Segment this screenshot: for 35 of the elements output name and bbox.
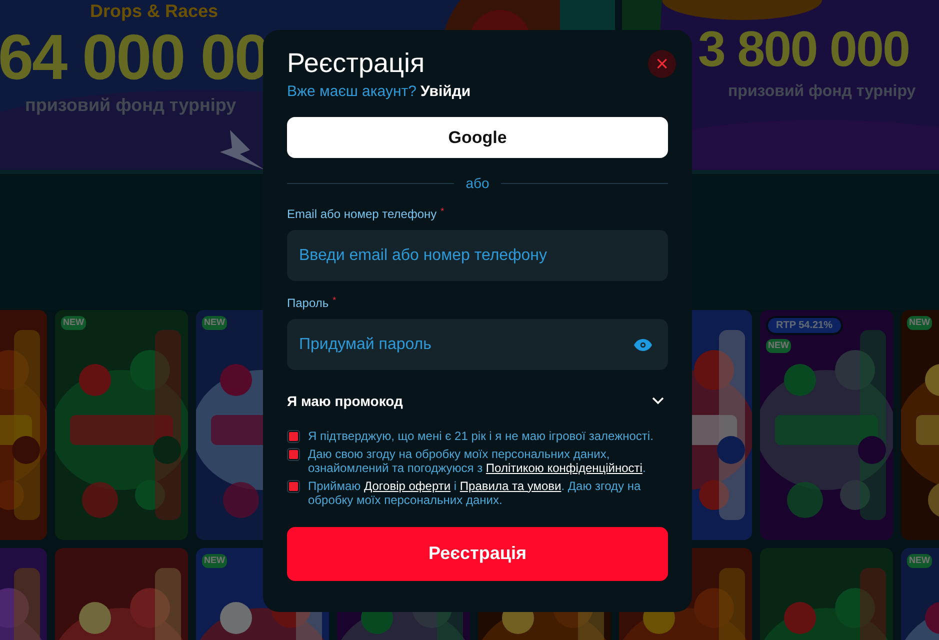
new-badge: NEW (61, 316, 86, 330)
new-badge: NEW (907, 316, 932, 330)
consent-text: Даю свою згоду на обробку моїх персональних даних, ознайомлений та погоджуюся з Політикою конфіденційності. (308, 446, 647, 476)
terms-link[interactable]: Договір оферти (364, 478, 451, 492)
consent-checkbox[interactable] (287, 430, 300, 443)
prize-amount: 3 800 000 (698, 20, 910, 79)
field-label: Пароль (287, 295, 329, 311)
divider-text: або (466, 174, 490, 192)
terms-link[interactable]: Політикою конфіденційності (486, 461, 642, 475)
field-label: Email або номер телефону (287, 206, 437, 222)
dialog-title: Реєстрація (287, 47, 425, 80)
login-link[interactable]: Увійди (420, 82, 471, 102)
new-badge: NEW (202, 554, 227, 568)
consent-text: Я підтверджую, що мені є 21 рік і я не маю ігрової залежності. (308, 429, 654, 444)
close-button[interactable]: × (648, 50, 676, 78)
email-field[interactable]: Введи email або номер телефону (287, 230, 668, 281)
consent-checkbox[interactable] (287, 480, 300, 492)
required-mark: * (332, 295, 336, 305)
consent-text: Приймаю Договір оферти і Правила та умови. Даю згоду на обробку моїх персональних даних. (308, 478, 642, 508)
terms-link[interactable]: Правила та умови (460, 478, 562, 492)
new-badge: NEW (907, 554, 932, 568)
new-badge: NEW (202, 316, 227, 330)
password-field[interactable]: Придумай пароль (287, 319, 668, 370)
chevron-icon (652, 397, 664, 405)
banner-heading: Drops & Races (90, 0, 218, 22)
new-badge: NEW (766, 339, 791, 352)
eye-icon[interactable] (634, 339, 652, 351)
rtp-badge: RTP 54.21% (766, 316, 843, 335)
google-button[interactable]: Google (287, 117, 668, 158)
required-mark: * (440, 206, 444, 216)
register-button[interactable]: Реєстрація (287, 526, 668, 580)
consent-checkbox[interactable] (287, 448, 300, 460)
login-prompt: Вже маєш акаунт? (287, 82, 416, 102)
prize-caption: призовий фонд турніру (728, 82, 916, 102)
promo-code-toggle[interactable]: Я маю промокод (287, 389, 668, 413)
